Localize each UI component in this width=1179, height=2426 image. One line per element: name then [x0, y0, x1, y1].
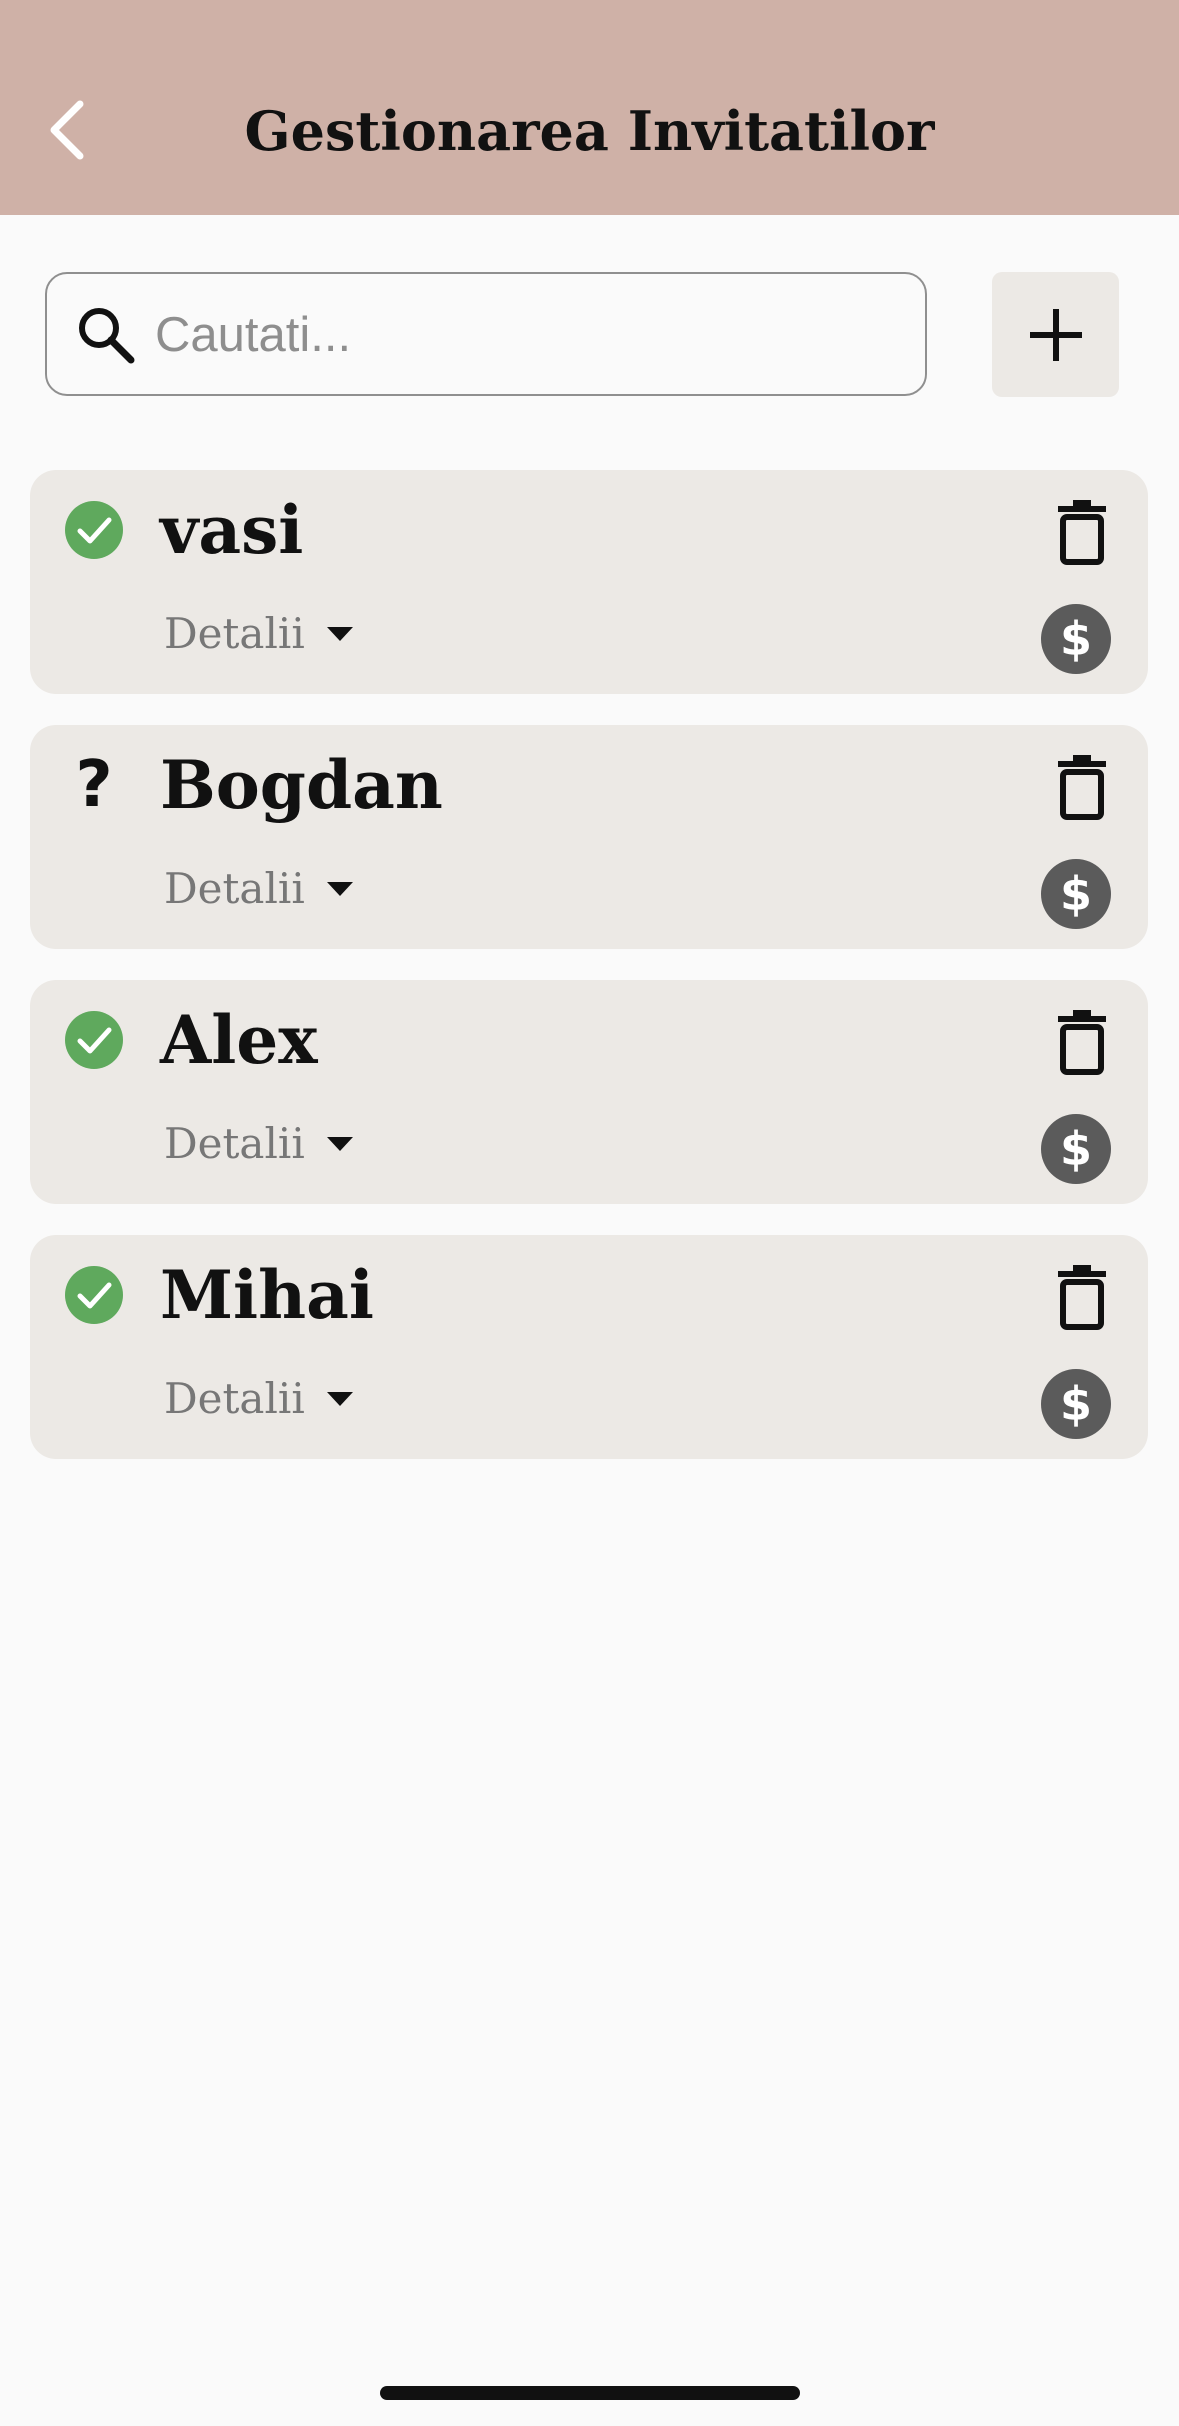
question-mark-icon: ? — [75, 748, 113, 822]
add-guest-button[interactable] — [992, 272, 1119, 397]
dollar-icon[interactable]: $ — [1040, 1113, 1112, 1185]
details-toggle[interactable]: Detalii — [164, 859, 355, 919]
trash-icon[interactable] — [1048, 753, 1116, 821]
details-toggle[interactable]: Detalii — [164, 604, 355, 664]
guest-card[interactable]: Mihai Detalii $ — [30, 1235, 1148, 1459]
details-toggle[interactable]: Detalii — [164, 1369, 355, 1429]
guest-card[interactable]: ? Bogdan Detalii $ — [30, 725, 1148, 949]
guest-name: Mihai — [160, 1256, 374, 1334]
guest-name: Alex — [160, 1001, 318, 1079]
guest-name: vasi — [160, 491, 304, 569]
home-indicator — [380, 2386, 800, 2400]
svg-text:$: $ — [1060, 867, 1092, 921]
page-title: Gestionarea Invitatilor — [244, 99, 935, 163]
guest-card[interactable]: Alex Detalii $ — [30, 980, 1148, 1204]
dollar-icon[interactable]: $ — [1040, 603, 1112, 675]
dollar-icon[interactable]: $ — [1040, 858, 1112, 930]
guest-management-screen: Gestionarea Invitatilor vasi Detalii — [0, 0, 1179, 2426]
svg-text:$: $ — [1060, 1122, 1092, 1176]
caret-down-icon — [326, 1137, 353, 1151]
app-bar: Gestionarea Invitatilor — [0, 0, 1179, 215]
guest-name: Bogdan — [160, 746, 443, 824]
plus-icon — [1029, 308, 1082, 361]
check-circle-icon — [65, 1011, 123, 1069]
search-box[interactable] — [45, 272, 927, 396]
guest-card[interactable]: vasi Detalii $ — [30, 470, 1148, 694]
trash-icon[interactable] — [1048, 1008, 1116, 1076]
caret-down-icon — [326, 627, 353, 641]
search-input[interactable] — [155, 292, 895, 378]
details-label: Detalii — [164, 609, 305, 658]
check-circle-icon — [65, 1266, 123, 1324]
check-circle-icon — [65, 501, 123, 559]
details-toggle[interactable]: Detalii — [164, 1114, 355, 1174]
svg-text:$: $ — [1060, 1377, 1092, 1431]
details-label: Detalii — [164, 864, 305, 913]
caret-down-icon — [326, 1392, 353, 1406]
search-icon — [79, 308, 135, 364]
trash-icon[interactable] — [1048, 498, 1116, 566]
details-label: Detalii — [164, 1119, 305, 1168]
trash-icon[interactable] — [1048, 1263, 1116, 1331]
dollar-icon[interactable]: $ — [1040, 1368, 1112, 1440]
caret-down-icon — [326, 882, 353, 896]
details-label: Detalii — [164, 1374, 305, 1423]
svg-text:$: $ — [1060, 612, 1092, 666]
